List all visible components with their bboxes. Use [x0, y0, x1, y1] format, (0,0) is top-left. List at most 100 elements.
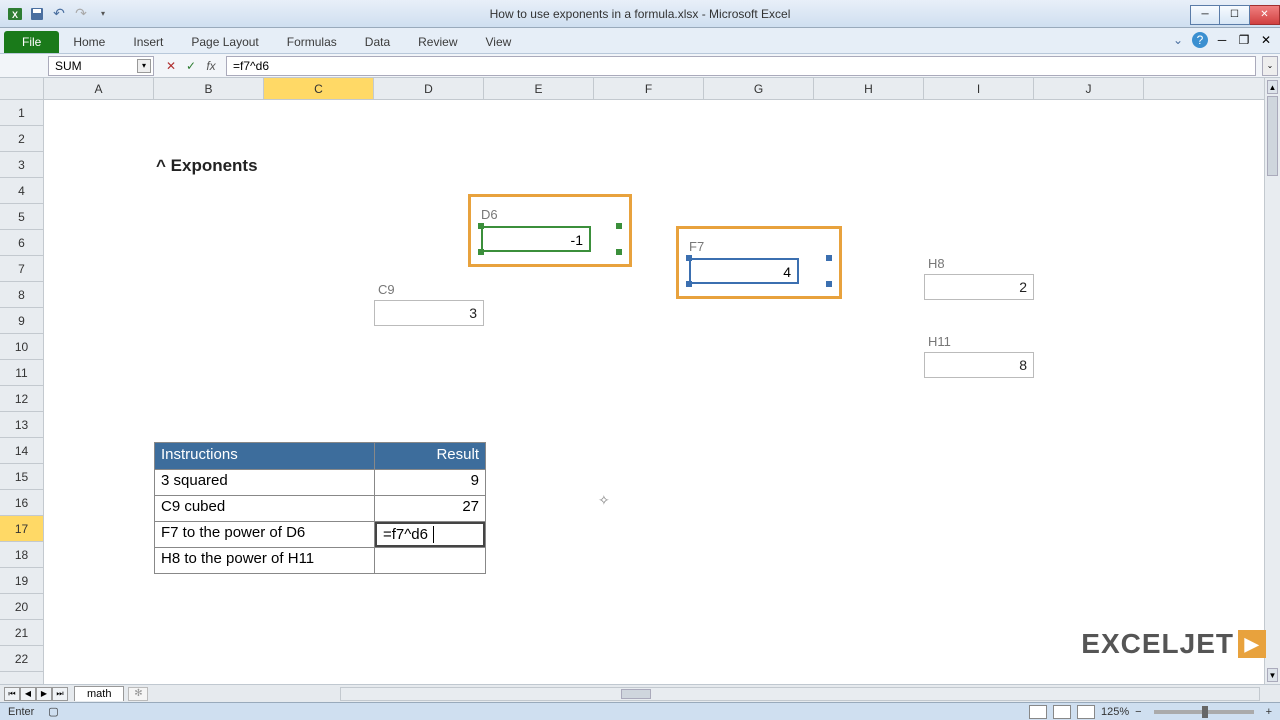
row-header[interactable]: 7 — [0, 256, 43, 282]
row-header[interactable]: 5 — [0, 204, 43, 230]
row-header[interactable]: 17 — [0, 516, 43, 542]
tab-nav-next-icon[interactable]: ▶ — [36, 687, 52, 701]
window-controls: ─ ☐ ✕ — [1190, 3, 1280, 25]
tab-formulas[interactable]: Formulas — [273, 31, 351, 53]
cell-instruction[interactable]: F7 to the power of D6 — [155, 522, 375, 547]
col-header-f[interactable]: F — [594, 78, 704, 99]
col-header-g[interactable]: G — [704, 78, 814, 99]
row-header[interactable]: 6 — [0, 230, 43, 256]
cell-result[interactable] — [375, 548, 485, 573]
horizontal-scrollbar[interactable] — [340, 687, 1260, 701]
row-header[interactable]: 4 — [0, 178, 43, 204]
quick-access-toolbar: X ↶ ↷ ▾ — [0, 5, 112, 23]
row-header[interactable]: 19 — [0, 568, 43, 594]
col-header-e[interactable]: E — [484, 78, 594, 99]
tab-review[interactable]: Review — [404, 31, 471, 53]
col-header-i[interactable]: I — [924, 78, 1034, 99]
new-sheet-icon[interactable]: ✻ — [128, 687, 148, 701]
col-header-c[interactable]: C — [264, 78, 374, 99]
help-icon[interactable]: ? — [1192, 32, 1208, 48]
select-all-button[interactable] — [0, 78, 44, 100]
tab-home[interactable]: Home — [59, 31, 119, 53]
zoom-in-icon[interactable]: + — [1266, 706, 1272, 718]
tab-file[interactable]: File — [4, 31, 59, 53]
enter-formula-icon[interactable]: ✓ — [182, 57, 200, 75]
tab-data[interactable]: Data — [351, 31, 404, 53]
maximize-button[interactable]: ☐ — [1220, 5, 1250, 25]
window-close-icon[interactable]: ✕ — [1258, 32, 1274, 48]
close-button[interactable]: ✕ — [1250, 5, 1280, 25]
page-title: ^ Exponents — [156, 156, 258, 176]
window-restore-icon[interactable]: ❐ — [1236, 32, 1252, 48]
table-row: C9 cubed 27 — [155, 495, 485, 521]
window-min-icon[interactable]: ─ — [1214, 32, 1230, 48]
cell-instruction[interactable]: H8 to the power of H11 — [155, 548, 375, 573]
view-pagebreak-icon[interactable] — [1077, 705, 1095, 719]
save-icon[interactable] — [28, 5, 46, 23]
vertical-scrollbar[interactable]: ▲ ▼ — [1264, 78, 1280, 684]
tab-nav-prev-icon[interactable]: ◀ — [20, 687, 36, 701]
cell-result[interactable]: 9 — [375, 470, 485, 495]
row-header[interactable]: 1 — [0, 100, 43, 126]
cells-area[interactable]: ^ Exponents D6 -1 F7 4 C9 — [44, 100, 1264, 684]
cell-instruction[interactable]: 3 squared — [155, 470, 375, 495]
row-header[interactable]: 11 — [0, 360, 43, 386]
cell-f7[interactable]: 4 — [689, 258, 799, 284]
redo-icon[interactable]: ↷ — [72, 5, 90, 23]
name-box-dropdown-icon[interactable]: ▾ — [137, 59, 151, 73]
col-header-b[interactable]: B — [154, 78, 264, 99]
cell-label-d6: D6 — [481, 207, 619, 222]
col-header-h[interactable]: H — [814, 78, 924, 99]
qat-customize-icon[interactable]: ▾ — [94, 5, 112, 23]
view-layout-icon[interactable] — [1053, 705, 1071, 719]
cell-h8[interactable]: 2 — [924, 274, 1034, 300]
cell-instruction[interactable]: C9 cubed — [155, 496, 375, 521]
col-header-d[interactable]: D — [374, 78, 484, 99]
row-header[interactable]: 18 — [0, 542, 43, 568]
tab-view[interactable]: View — [472, 31, 526, 53]
ribbon-min-icon[interactable]: ⌄ — [1170, 32, 1186, 48]
row-header[interactable]: 22 — [0, 646, 43, 672]
row-header[interactable]: 13 — [0, 412, 43, 438]
cell-h11[interactable]: 8 — [924, 352, 1034, 378]
row-header[interactable]: 16 — [0, 490, 43, 516]
view-normal-icon[interactable] — [1029, 705, 1047, 719]
tab-page-layout[interactable]: Page Layout — [177, 31, 272, 53]
col-header-a[interactable]: A — [44, 78, 154, 99]
row-header[interactable]: 2 — [0, 126, 43, 152]
row-header[interactable]: 12 — [0, 386, 43, 412]
zoom-out-icon[interactable]: − — [1135, 706, 1141, 718]
highlight-d6: D6 -1 — [468, 194, 632, 267]
formula-expand-icon[interactable]: ⌄ — [1262, 56, 1278, 76]
worksheet-grid: A B C D E F G H I J 1 2 3 4 5 6 7 8 9 10… — [0, 78, 1280, 684]
scroll-down-icon[interactable]: ▼ — [1267, 668, 1278, 682]
cell-result-editing[interactable]: =f7^d6 — [375, 522, 485, 547]
row-header[interactable]: 20 — [0, 594, 43, 620]
row-header[interactable]: 15 — [0, 464, 43, 490]
row-header[interactable]: 8 — [0, 282, 43, 308]
name-box[interactable]: SUM ▾ — [48, 56, 154, 76]
hscroll-thumb[interactable] — [621, 689, 651, 699]
zoom-slider[interactable] — [1154, 710, 1254, 714]
row-header[interactable]: 21 — [0, 620, 43, 646]
cell-d6[interactable]: -1 — [481, 226, 591, 252]
cell-result[interactable]: 27 — [375, 496, 485, 521]
row-header[interactable]: 9 — [0, 308, 43, 334]
col-header-j[interactable]: J — [1034, 78, 1144, 99]
macro-record-icon[interactable]: ▢ — [48, 705, 58, 718]
row-header[interactable]: 3 — [0, 152, 43, 178]
tab-nav-last-icon[interactable]: ⏭ — [52, 687, 68, 701]
undo-icon[interactable]: ↶ — [50, 5, 68, 23]
cancel-formula-icon[interactable]: ✕ — [162, 57, 180, 75]
fx-icon[interactable]: fx — [202, 57, 220, 75]
sheet-tab-math[interactable]: math — [74, 686, 124, 701]
scroll-up-icon[interactable]: ▲ — [1267, 80, 1278, 94]
tab-insert[interactable]: Insert — [119, 31, 177, 53]
row-header[interactable]: 14 — [0, 438, 43, 464]
scroll-thumb[interactable] — [1267, 96, 1278, 176]
cell-c9[interactable]: 3 — [374, 300, 484, 326]
row-header[interactable]: 10 — [0, 334, 43, 360]
formula-input[interactable]: =f7^d6 — [226, 56, 1256, 76]
tab-nav-first-icon[interactable]: ⏮ — [4, 687, 20, 701]
minimize-button[interactable]: ─ — [1190, 5, 1220, 25]
